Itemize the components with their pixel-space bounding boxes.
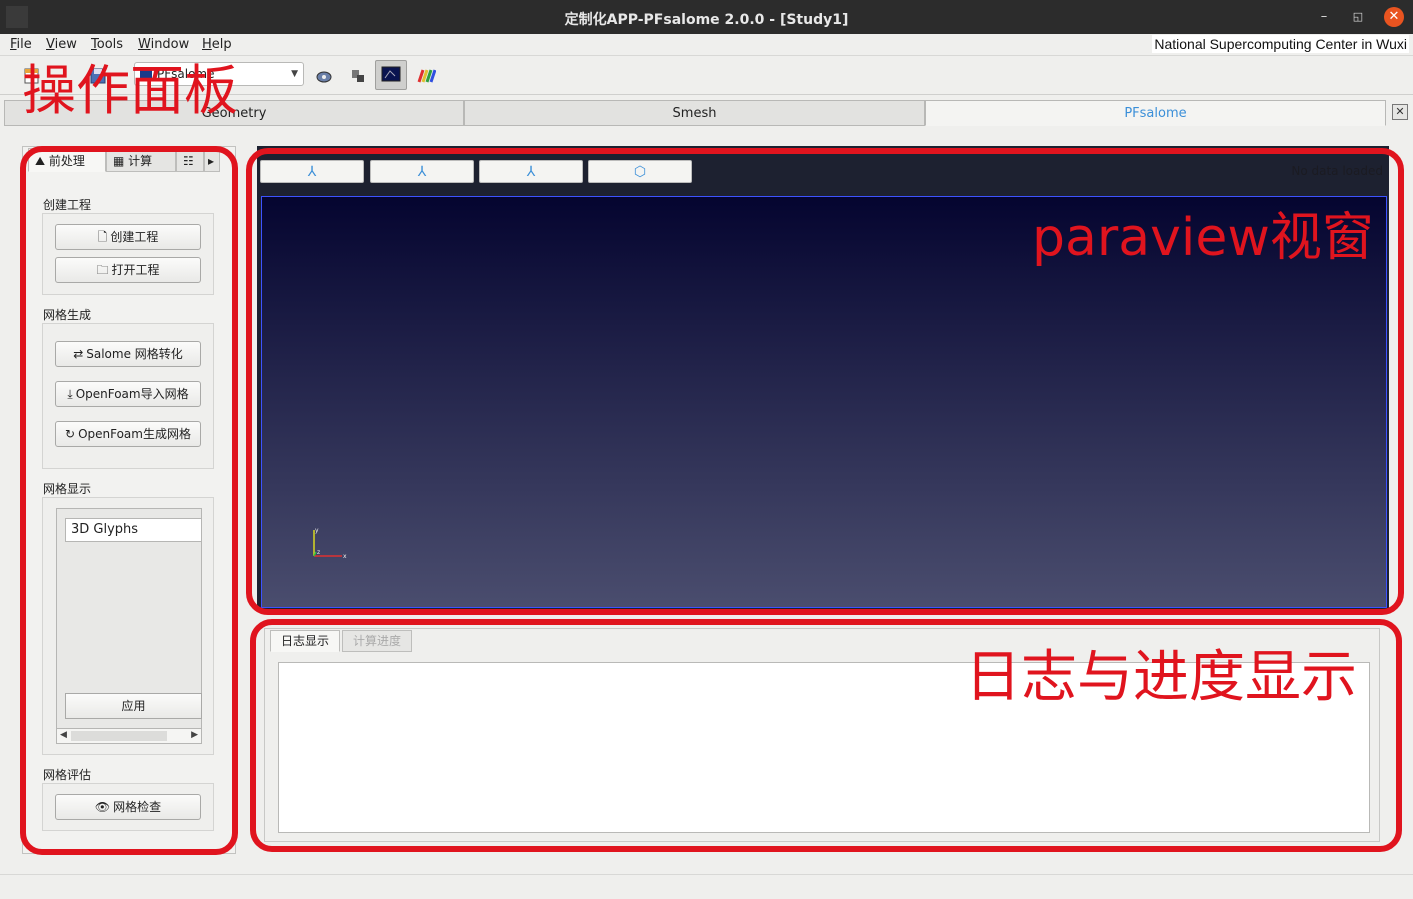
pvview-button[interactable] [375, 60, 407, 90]
status-bar [0, 874, 1413, 899]
menu-file[interactable]: File [10, 37, 32, 52]
close-button[interactable]: ✕ [1384, 7, 1404, 27]
operation-panel-annotation: 操作面板 [22, 59, 238, 122]
menu-bar: File View Tools Window Help National Sup… [0, 34, 1413, 56]
tab-pfsalome[interactable]: PFsalome [925, 100, 1386, 126]
operation-panel-highlight [20, 146, 238, 855]
organization-label: National Supercomputing Center in Wuxi [1152, 35, 1409, 53]
pvview-icon [381, 66, 401, 82]
restore-button[interactable]: ◱ [1348, 7, 1368, 27]
menu-tools[interactable]: Tools [91, 37, 123, 52]
menu-window[interactable]: Window [138, 37, 189, 52]
color-scale-icon[interactable] [416, 66, 436, 86]
tab-smesh[interactable]: Smesh [464, 100, 925, 126]
log-annotation: 日志与进度显示 [965, 645, 1357, 710]
occ-view-icon[interactable] [314, 66, 334, 86]
minimize-button[interactable]: – [1314, 7, 1334, 27]
menu-help[interactable]: Help [202, 37, 232, 52]
window-title: 定制化APP-PFsalome 2.0.0 - [Study1] [564, 12, 849, 28]
menu-view[interactable]: View [46, 37, 77, 52]
title-bar: 定制化APP-PFsalome 2.0.0 - [Study1] – ◱ ✕ [0, 0, 1413, 34]
paraview-annotation: paraview视窗 [1032, 208, 1374, 268]
chevron-down-icon: ▼ [291, 69, 298, 79]
close-module-tab-icon[interactable]: ✕ [1392, 104, 1408, 120]
mesh-view-icon[interactable] [348, 66, 368, 86]
